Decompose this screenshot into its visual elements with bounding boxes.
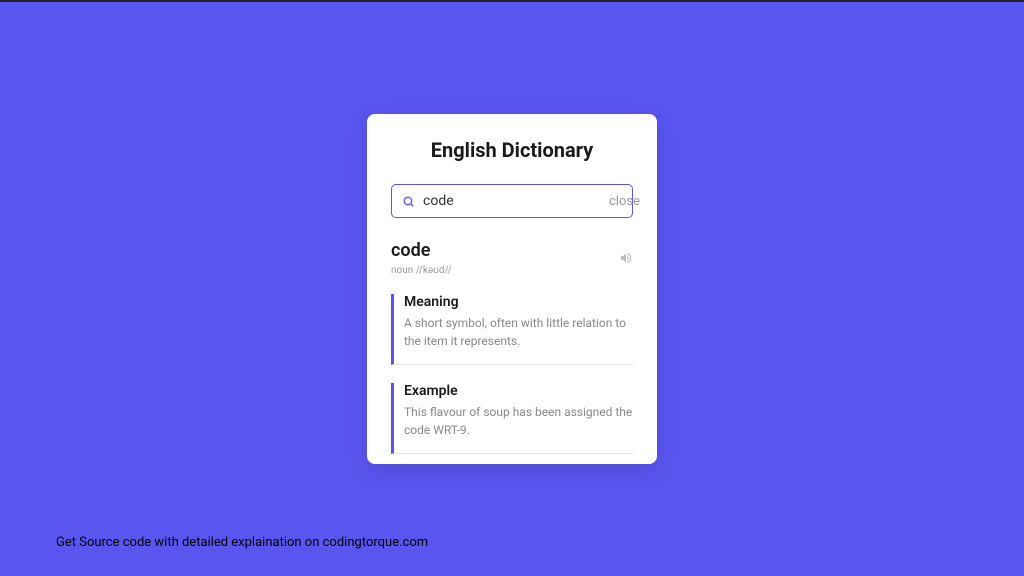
word-row: code noun //kəʊd// (391, 240, 633, 276)
meaning-section: Meaning A short symbol, often with littl… (391, 294, 633, 365)
sound-icon[interactable] (619, 251, 633, 265)
dictionary-card: English Dictionary close code noun //kəʊ… (367, 114, 657, 464)
example-body: This flavour of soup has been assigned t… (404, 403, 633, 439)
word-text: code (391, 240, 452, 261)
meaning-title: Meaning (404, 294, 633, 310)
search-box[interactable]: close (391, 184, 633, 218)
search-input[interactable] (423, 193, 601, 209)
example-section: Example This flavour of soup has been as… (391, 383, 633, 454)
app-title: English Dictionary (391, 138, 633, 162)
footer-text: Get Source code with detailed explainati… (56, 535, 428, 550)
word-meta: noun //kəʊd// (391, 265, 452, 276)
example-title: Example (404, 383, 633, 399)
close-button[interactable]: close (609, 194, 640, 209)
search-icon (402, 195, 415, 208)
meaning-body: A short symbol, often with little relati… (404, 314, 633, 350)
word-block: code noun //kəʊd// (391, 240, 452, 276)
